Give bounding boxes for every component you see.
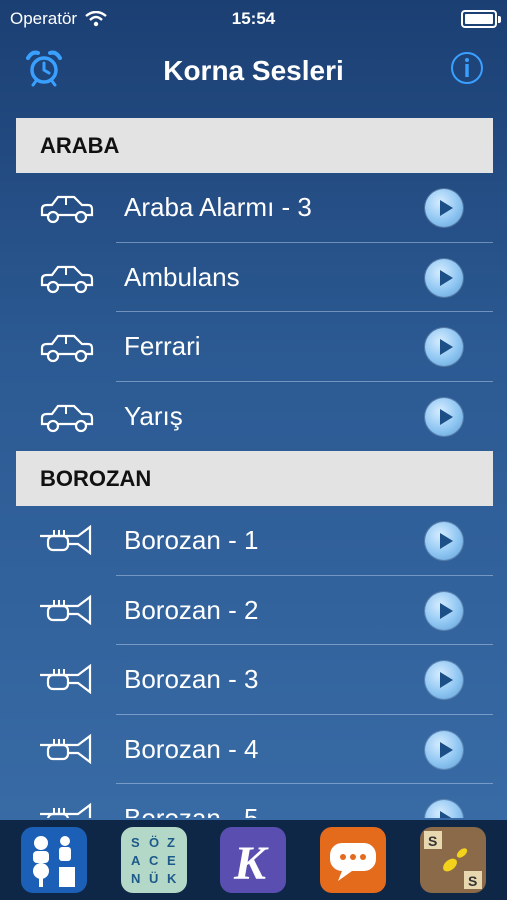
people-graphic-icon [32,836,75,887]
word-grid-icon: SÖZ ACE NÜK [131,835,177,886]
list-item[interactable]: Yarış [16,382,493,452]
item-label: Araba Alarmı - 3 [124,192,312,223]
play-button[interactable] [425,328,463,366]
item-label: Borozan - 4 [124,733,259,764]
section-title: BOROZAN [40,465,152,491]
play-button[interactable] [425,397,463,436]
svg-text:Ö: Ö [149,835,159,850]
svg-text:K: K [233,837,269,890]
trumpet-icon [40,524,92,556]
item-label: Ambulans [124,261,240,292]
page-title: Korna Sesleri [163,55,344,86]
carrier-label: Operatör [10,9,78,28]
k-app-icon[interactable]: K [220,827,287,893]
k-letter-icon: K [233,837,269,890]
svg-text:Z: Z [167,835,175,850]
play-button[interactable] [425,800,463,818]
svg-text:A: A [131,853,141,868]
item-label: Ferrari [124,331,201,362]
ss-graphic-icon: S S [424,831,483,889]
section-title: ARABA [40,132,120,158]
word-puzzle-app-icon[interactable]: SÖZ ACE NÜK [120,827,187,893]
list-item[interactable]: Borozan - 2 [16,576,493,645]
svg-text:S: S [428,833,437,849]
trumpet-icon [40,594,92,625]
list-item[interactable]: Borozan - 3 [16,645,493,715]
car-icon [40,404,94,432]
item-label: Borozan - 5 [124,803,258,818]
trumpet-icon [40,663,92,695]
trumpet-icon [40,802,92,818]
svg-text:N: N [131,871,140,886]
nav-bar: Korna Sesleri [0,38,507,104]
battery-icon [461,10,501,28]
play-button[interactable] [425,591,463,630]
play-button[interactable] [425,661,463,699]
play-button[interactable] [425,730,463,769]
item-label: Borozan - 2 [124,594,259,625]
section-header-borozan: BOROZAN [16,451,493,506]
status-bar: Operatör 15:54 [0,0,507,38]
svg-text:C: C [149,853,159,868]
list-item[interactable]: Borozan - 5 [16,784,493,818]
svg-text:S: S [131,835,140,850]
car-icon [40,265,94,293]
bottom-app-bar: SÖZ ACE NÜK K S S [0,820,507,900]
svg-text:E: E [167,853,176,868]
svg-text:K: K [167,871,177,886]
list-item[interactable]: Araba Alarmı - 3 [16,173,493,243]
speech-bubble-icon [330,843,377,881]
svg-text:Ü: Ü [149,871,158,886]
item-label: Borozan - 1 [124,525,259,556]
people-app-icon[interactable] [20,827,87,893]
info-icon[interactable] [449,50,485,86]
car-icon [40,195,94,224]
chat-app-icon[interactable] [320,827,387,893]
list-item[interactable]: Ferrari [16,312,493,382]
list-item[interactable]: Borozan - 1 [16,506,493,576]
svg-text:S: S [468,873,477,889]
list-item[interactable]: Borozan - 4 [16,715,493,784]
item-label: Yarış [124,400,183,431]
section-header-araba: ARABA [16,118,493,173]
trumpet-icon [40,733,92,764]
car-icon [40,334,94,363]
alarm-clock-icon[interactable] [24,48,64,88]
item-label: Borozan - 3 [124,664,259,695]
play-button[interactable] [425,189,463,227]
play-button[interactable] [425,258,463,297]
play-button[interactable] [425,522,463,560]
sound-list: ARABA Araba Alarmı - 3 Ambulans Ferrari … [16,118,493,818]
list-item[interactable]: Ambulans [16,243,493,312]
ss-app-icon[interactable]: S S [420,827,487,893]
status-carrier-group: Operatör [10,9,107,29]
wifi-icon [85,11,107,27]
